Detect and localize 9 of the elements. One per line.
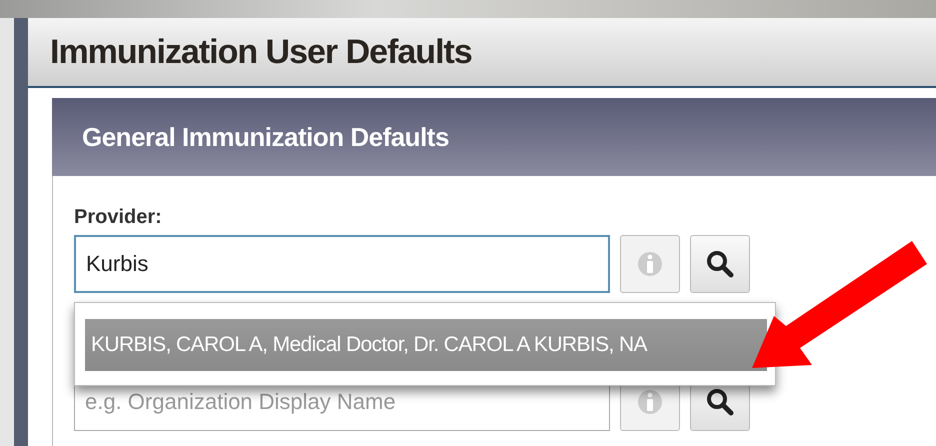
info-icon — [637, 249, 663, 279]
provider-label: Provider: — [74, 206, 163, 229]
window-title: Immunization User Defaults — [50, 32, 472, 72]
search-icon — [706, 250, 734, 278]
search-button[interactable] — [690, 235, 750, 293]
info-icon — [637, 387, 663, 417]
section-title: General Immunization Defaults — [82, 122, 449, 152]
provider-field[interactable]: Kurbis — [74, 235, 610, 293]
search-icon — [706, 388, 734, 416]
